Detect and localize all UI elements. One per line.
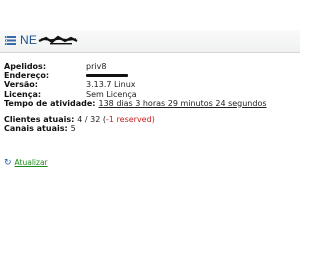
channels-label: Canais atuais: bbox=[4, 124, 68, 134]
license-row: Licença: Sem Licença bbox=[4, 90, 294, 99]
panel-header: NE bbox=[0, 30, 300, 53]
address-value-redacted bbox=[86, 71, 128, 80]
server-title-text: NE bbox=[20, 33, 38, 47]
version-value: 3.13.7 Linux bbox=[86, 80, 136, 90]
channels-row: Canais atuais: 5 bbox=[4, 124, 294, 134]
clients-close-paren: ) bbox=[151, 114, 155, 124]
redacted-server-name bbox=[38, 35, 78, 45]
uptime-label: Tempo de atividade: bbox=[4, 98, 96, 108]
server-list-icon bbox=[5, 36, 16, 45]
version-row: Versão: 3.13.7 Linux bbox=[4, 80, 294, 89]
server-info: Apelidos: priv8 Endereço: Versão: 3.13.7… bbox=[4, 62, 294, 134]
redaction-bar bbox=[86, 74, 128, 78]
clients-row: Clientes atuais: 4 / 32 (-1 reserved) bbox=[4, 115, 294, 125]
refresh-icon[interactable]: ↻ bbox=[4, 158, 12, 169]
address-label: Endereço: bbox=[4, 71, 50, 81]
address-row: Endereço: bbox=[4, 71, 294, 80]
aliases-label: Apelidos: bbox=[4, 62, 47, 71]
refresh-link[interactable]: Atualizar bbox=[15, 158, 48, 167]
server-title: NE bbox=[20, 33, 78, 47]
aliases-value: priv8 bbox=[86, 62, 107, 71]
clients-reserved: -1 reserved bbox=[106, 114, 152, 124]
refresh-action[interactable]: ↻ Atualizar bbox=[4, 157, 48, 168]
uptime-value: 138 dias 3 horas 29 minutos 24 segundos bbox=[98, 98, 267, 108]
uptime-row: Tempo de atividade: 138 dias 3 horas 29 … bbox=[4, 99, 294, 108]
aliases-row: Apelidos: priv8 bbox=[4, 62, 294, 71]
license-label: Licença: bbox=[4, 89, 42, 99]
license-value: Sem Licença bbox=[86, 89, 137, 99]
version-label: Versão: bbox=[4, 80, 38, 90]
clients-label: Clientes atuais: bbox=[4, 114, 75, 124]
clients-value: 4 / 32 ( bbox=[77, 114, 107, 124]
channels-value: 5 bbox=[70, 124, 76, 134]
